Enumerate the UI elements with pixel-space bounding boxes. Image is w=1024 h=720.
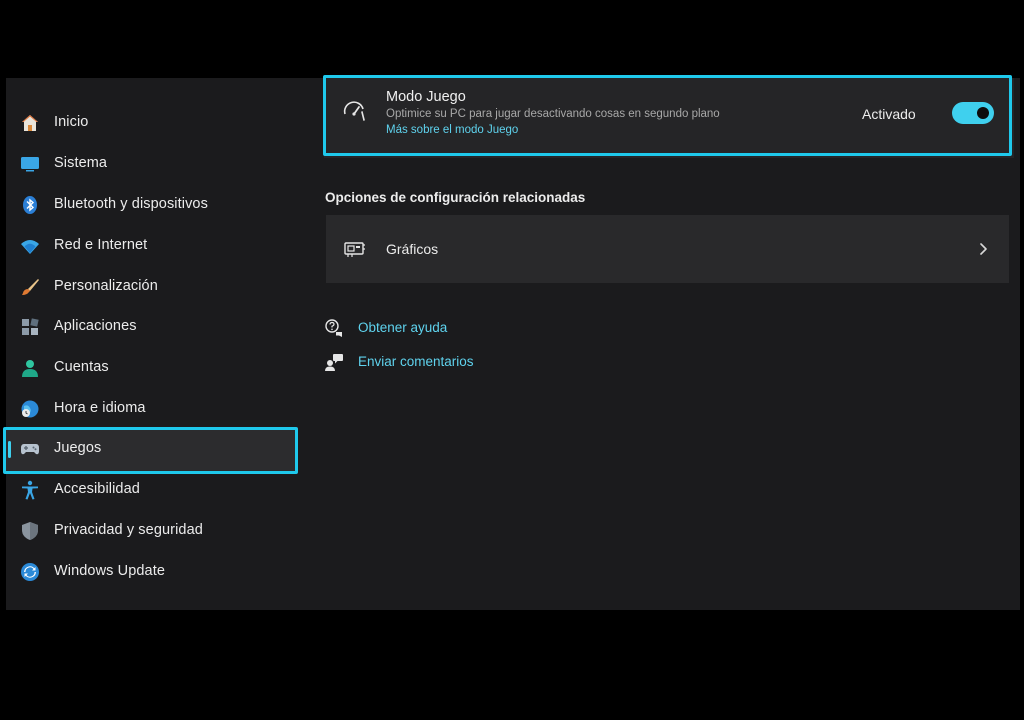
globe-clock-icon xyxy=(20,399,40,419)
sidebar-item-juegos[interactable]: Juegos xyxy=(6,428,296,471)
sidebar-item-accesibilidad[interactable]: Accesibilidad xyxy=(6,470,306,510)
graphics-label: Gráficos xyxy=(386,241,439,257)
sidebar-item-inicio[interactable]: Inicio xyxy=(6,103,306,143)
sidebar-item-aplicaciones[interactable]: Aplicaciones xyxy=(6,307,306,347)
sidebar-item-label: Accesibilidad xyxy=(54,481,140,497)
related-settings-heading: Opciones de configuración relacionadas xyxy=(325,190,586,205)
game-mode-more-link[interactable]: Más sobre el modo Juego xyxy=(386,124,518,136)
sidebar-item-label: Privacidad y seguridad xyxy=(54,522,203,538)
sidebar-item-label: Inicio xyxy=(54,114,89,130)
get-help-link[interactable]: Obtener ayuda xyxy=(324,316,524,340)
sidebar-item-personalizacion[interactable]: Personalización xyxy=(6,267,306,307)
wifi-icon xyxy=(20,236,40,256)
brush-icon xyxy=(20,277,40,297)
bluetooth-icon xyxy=(20,195,40,215)
game-mode-description: Optimice su PC para jugar desactivando c… xyxy=(386,108,720,120)
gamepad-icon xyxy=(20,439,40,459)
chevron-right-icon xyxy=(976,239,990,259)
update-icon xyxy=(20,562,40,582)
sidebar-item-label: Personalización xyxy=(54,278,158,294)
feedback-icon xyxy=(324,352,344,372)
game-mode-card: Modo Juego Optimice su PC para jugar des… xyxy=(324,78,1014,158)
selection-indicator xyxy=(8,441,11,458)
accessibility-icon xyxy=(20,480,40,500)
sidebar-item-red[interactable]: Red e Internet xyxy=(6,226,306,266)
toggle-knob xyxy=(977,107,989,119)
game-mode-title: Modo Juego xyxy=(386,89,466,105)
game-mode-toggle[interactable] xyxy=(952,102,994,124)
game-mode-gauge-icon xyxy=(342,100,368,124)
home-icon xyxy=(20,113,40,133)
monitor-icon xyxy=(20,154,40,174)
user-icon xyxy=(20,358,40,378)
sidebar-item-label: Red e Internet xyxy=(54,237,148,253)
sidebar-item-label: Cuentas xyxy=(54,359,109,375)
settings-window: Inicio Sistema Bluetooth y dispositivos … xyxy=(3,75,1020,610)
send-feedback-label: Enviar comentarios xyxy=(358,354,474,369)
graphics-settings-row[interactable]: Gráficos xyxy=(326,215,1009,283)
game-mode-status: Activado xyxy=(862,106,916,122)
send-feedback-link[interactable]: Enviar comentarios xyxy=(324,350,524,374)
sidebar-item-label: Juegos xyxy=(54,440,102,456)
sidebar-item-windows-update[interactable]: Windows Update xyxy=(6,552,306,592)
sidebar-item-label: Aplicaciones xyxy=(54,318,137,334)
sidebar-item-label: Sistema xyxy=(54,155,108,171)
graphics-card-icon xyxy=(344,239,366,259)
sidebar: Inicio Sistema Bluetooth y dispositivos … xyxy=(3,78,306,610)
sidebar-item-label: Windows Update xyxy=(54,563,166,579)
apps-icon xyxy=(20,317,40,337)
sidebar-item-label: Hora e idioma xyxy=(54,400,146,416)
get-help-label: Obtener ayuda xyxy=(358,320,448,335)
shield-icon xyxy=(20,521,40,541)
sidebar-item-bluetooth[interactable]: Bluetooth y dispositivos xyxy=(6,185,306,225)
sidebar-item-sistema[interactable]: Sistema xyxy=(6,144,306,184)
sidebar-item-hora[interactable]: Hora e idioma xyxy=(6,389,306,429)
sidebar-item-cuentas[interactable]: Cuentas xyxy=(6,348,306,388)
help-chat-icon xyxy=(324,318,344,338)
sidebar-item-privacidad[interactable]: Privacidad y seguridad xyxy=(6,511,306,551)
sidebar-item-label: Bluetooth y dispositivos xyxy=(54,196,208,212)
